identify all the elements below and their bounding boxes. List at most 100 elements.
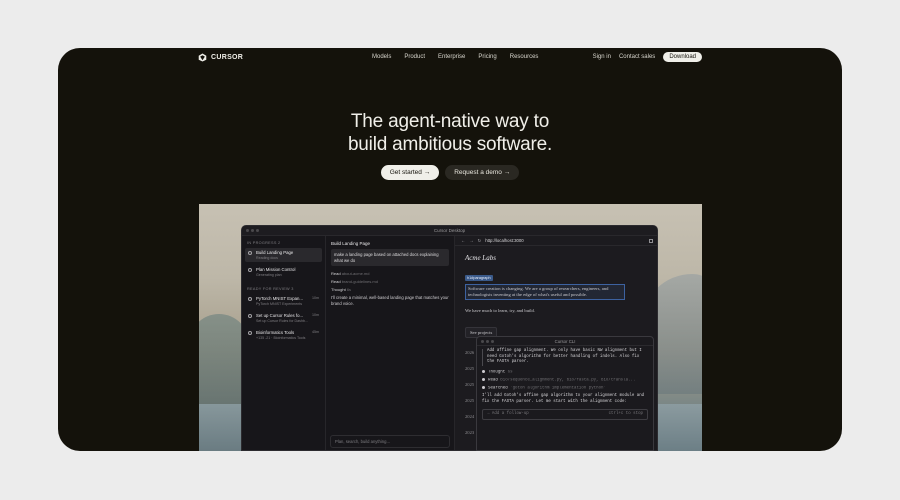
task-time: 10m <box>312 313 319 317</box>
task-status: Set up Cursor Rules for Dashb... <box>256 319 308 323</box>
cli-body: Add affine gap alignment. We only have b… <box>477 346 653 423</box>
project-year: 2024 <box>465 413 475 419</box>
task-item[interactable]: Bioinformatics Tools +135 -21 · Bioinfor… <box>245 328 322 342</box>
task-status: +135 -21 · Bioinformatics Tools <box>256 336 306 340</box>
site-title: Acme Labs <box>465 254 496 262</box>
task-item[interactable]: Set up Cursor Rules fo... Set up Cursor … <box>245 311 322 325</box>
back-icon[interactable]: ← <box>461 238 465 243</box>
in-progress-header: IN PROGRESS 2 <box>247 241 281 245</box>
forward-icon[interactable]: → <box>469 238 473 243</box>
chat-title: Build Landing Page <box>331 241 371 246</box>
follow-up-input[interactable]: → Add a follow-up ctrl+c to stop <box>482 409 648 421</box>
maximize-dot[interactable] <box>256 229 259 232</box>
cli-window: Cursor CLI Add affine gap alignment. We … <box>476 336 654 451</box>
log-label: Thought <box>331 287 346 293</box>
log-label: Read <box>331 279 341 285</box>
close-dot[interactable] <box>481 340 484 343</box>
maximize-dot[interactable] <box>491 340 494 343</box>
selected-paragraph[interactable]: Software creation is changing. We are a … <box>465 284 625 300</box>
log-read-2: Read brand-guidelines.md <box>331 279 449 284</box>
log-file[interactable]: brand-guidelines.md <box>342 279 378 284</box>
nav-link-models[interactable]: Models <box>372 54 391 60</box>
element-tag: h1#paragraph <box>465 275 493 281</box>
task-item[interactable]: Build Landing Page Reading docs <box>245 248 322 262</box>
window-icon[interactable] <box>649 238 653 243</box>
task-item[interactable]: PyTorch MNIST Expan... PyTorch MNIST Exp… <box>245 294 322 308</box>
request-demo-button[interactable]: Request a demo → <box>445 165 520 180</box>
ready-header: READY FOR REVIEW 3 <box>247 287 294 291</box>
follow-up-placeholder: → Add a follow-up <box>487 412 529 417</box>
nav-actions: Sign in Contact sales Download <box>593 52 702 62</box>
check-circle-icon <box>248 314 252 318</box>
reload-icon[interactable]: ↻ <box>478 238 482 244</box>
browser-toolbar: ← → ↻ http://localhost:3000 <box>455 236 657 246</box>
task-time: 10m <box>312 296 319 300</box>
task-status: Generating plan <box>256 273 282 277</box>
project-year: 2026 <box>465 349 475 355</box>
url-field[interactable]: http://localhost:3000 <box>485 238 523 243</box>
project-year: 2023 <box>465 429 475 435</box>
cli-label: Thought <box>488 370 506 375</box>
task-title: Set up Cursor Rules fo... <box>256 313 304 318</box>
close-dot[interactable] <box>246 229 249 232</box>
contact-sales-link[interactable]: Contact sales <box>619 54 655 60</box>
log-file[interactable]: about-acme.md <box>342 271 370 276</box>
log-time: 6s <box>346 287 352 293</box>
task-title: Build Landing Page <box>256 250 294 255</box>
nav-link-resources[interactable]: Resources <box>510 54 539 60</box>
nav-link-pricing[interactable]: Pricing <box>478 54 496 60</box>
check-circle-icon <box>248 331 252 335</box>
cli-read: Read bio/sequence_alignment.py, bio/fast… <box>482 377 648 384</box>
minimize-dot[interactable] <box>486 340 489 343</box>
agent-reply: I'll create a minimal, well-based landin… <box>331 295 449 306</box>
cli-value: 6s <box>507 370 513 375</box>
logo[interactable]: CURSOR <box>198 53 243 62</box>
task-status: Reading docs <box>256 256 278 260</box>
bullet-icon <box>482 377 485 381</box>
bullet-icon <box>482 369 485 373</box>
cli-label: Read <box>488 378 498 383</box>
cli-searched: Searched 'gotoh algorithm implementation… <box>482 386 648 392</box>
nav-link-enterprise[interactable]: Enterprise <box>438 54 465 60</box>
project-year: 2025 <box>465 381 475 387</box>
cli-reply: I'll add Gotoh's affine gap algorithm to… <box>482 394 645 404</box>
log-thought: Thought 6s <box>331 287 449 292</box>
top-nav: CURSOR Models Product Enterprise Pricing… <box>58 48 842 66</box>
spinner-icon <box>248 251 252 255</box>
spinner-icon <box>248 268 252 272</box>
cli-thought: Thought 6s <box>482 369 648 376</box>
agent-chat-panel: Build Landing Page make a landing page b… <box>326 236 455 450</box>
window-titlebar: Cursor Desktop <box>242 226 657 236</box>
paragraph: We have much to learn, try, and build. <box>465 308 536 313</box>
task-title: Bioinformatics Tools <box>256 330 295 335</box>
cli-titlebar: Cursor CLI <box>477 337 653 346</box>
cli-value: 'gotoh algorithm implementation python' <box>510 386 606 391</box>
window-title: Cursor Desktop <box>433 228 466 233</box>
window-controls <box>246 229 259 232</box>
log-label: Read <box>331 271 341 277</box>
logo-text: CURSOR <box>211 54 244 61</box>
hero-cta-group: Get started → Request a demo → <box>58 165 842 180</box>
minimize-dot[interactable] <box>251 229 254 232</box>
download-button[interactable]: Download <box>663 52 702 62</box>
task-item[interactable]: Plan Mission Control Generating plan <box>245 265 322 279</box>
stop-hint: ctrl+c to stop <box>608 412 643 417</box>
task-title: PyTorch MNIST Expan... <box>256 296 303 301</box>
hero-title-line2: build ambitious software. <box>347 134 553 155</box>
check-circle-icon <box>248 297 252 301</box>
cursor-logo-icon <box>198 53 207 62</box>
nav-links: Models Product Enterprise Pricing Resour… <box>372 54 538 60</box>
cli-request: Add affine gap alignment. We only have b… <box>482 349 648 366</box>
hero-title-line1: The agent-native way to <box>350 111 550 132</box>
cli-window-controls <box>481 340 494 343</box>
nav-link-product[interactable]: Product <box>404 54 425 60</box>
plan-input[interactable]: Plan, search, build anything... <box>330 435 450 448</box>
task-time: 45m <box>312 330 319 334</box>
hero-frame: CURSOR Models Product Enterprise Pricing… <box>58 48 842 451</box>
get-started-button[interactable]: Get started → <box>380 165 440 180</box>
log-read-1: Read about-acme.md <box>331 271 449 276</box>
cli-title: Cursor CLI <box>554 339 576 344</box>
project-year: 2025 <box>465 397 475 403</box>
task-status: PyTorch MNIST Experiments <box>256 302 303 306</box>
sign-in-link[interactable]: Sign in <box>593 54 611 60</box>
